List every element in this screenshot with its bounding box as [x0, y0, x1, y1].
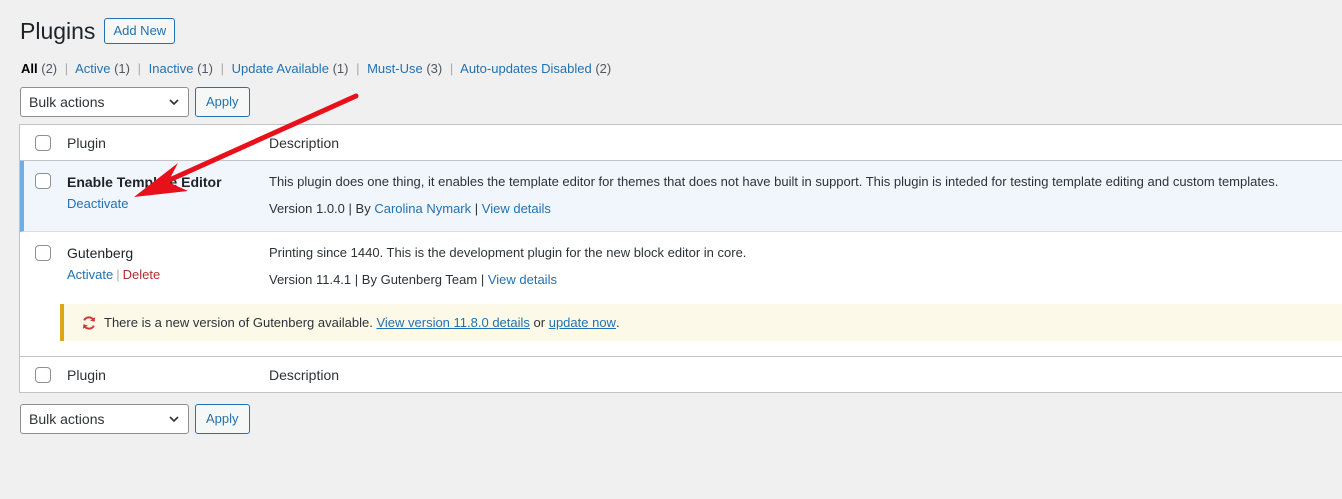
page-title: Plugins [20, 18, 96, 44]
plugin-row-gutenberg: Gutenberg Activate | Delete Printing since… [20, 232, 1342, 304]
update-now-link[interactable]: update now [549, 315, 616, 330]
plugin-meta: Version 11.4.1 | By Gutenberg Team | Vie… [269, 272, 557, 287]
bulk-actions-top: Bulk actions Apply [20, 87, 250, 117]
column-footer-plugin[interactable]: Plugin [67, 367, 106, 383]
meta-separator: | [348, 201, 352, 216]
view-details-link[interactable]: View details [482, 201, 551, 216]
plugin-name: Gutenberg [67, 245, 134, 261]
bulk-actions-select[interactable]: Bulk actions [20, 87, 189, 117]
filter-inactive[interactable]: Inactive [149, 61, 194, 76]
column-header-plugin[interactable]: Plugin [67, 135, 106, 151]
meta-separator: | [474, 201, 479, 216]
page-header: Plugins Add New [20, 16, 176, 46]
filter-separator: | [64, 61, 69, 76]
update-notice: There is a new version of Gutenberg avai… [60, 304, 1342, 341]
select-all-checkbox-footer[interactable] [35, 366, 51, 383]
add-new-button[interactable]: Add New [104, 18, 176, 44]
plugin-author-link[interactable]: Carolina Nymark [374, 201, 471, 216]
filter-separator: | [137, 61, 141, 76]
plugin-description: This plugin does one thing, it enables t… [269, 174, 1279, 189]
chevron-down-icon [169, 99, 179, 106]
table-header: Plugin Description [20, 125, 1342, 161]
update-notice-end: . [615, 315, 620, 330]
chevron-down-icon [169, 416, 179, 423]
meta-separator: | [354, 272, 359, 287]
bulk-actions-bottom: Bulk actions Apply [20, 404, 250, 434]
filter-autoupdates-disabled-count: (2) [595, 61, 612, 76]
filter-separator: | [449, 61, 454, 76]
filter-separator: | [356, 61, 360, 76]
filter-update-available[interactable]: Update Available [232, 61, 329, 76]
update-icon [82, 315, 96, 330]
filter-all[interactable]: All [21, 61, 38, 76]
plugin-checkbox[interactable] [35, 245, 51, 261]
view-version-details-link[interactable]: View version 11.8.0 details [376, 315, 529, 330]
bulk-actions-select-value: Bulk actions [29, 411, 105, 427]
status-filters: All (2) | Active (1) | Inactive (1) | Up… [21, 61, 611, 76]
plugin-description: Printing since 1440. This is the develop… [269, 245, 747, 260]
plugins-table: Plugin Description Enable Template Edito… [19, 124, 1342, 393]
filter-inactive-count: (1) [197, 61, 213, 76]
deactivate-link[interactable]: Deactivate [67, 196, 128, 211]
plugin-name: Enable Template Editor [67, 174, 222, 190]
action-separator: | [116, 267, 120, 282]
plugin-checkbox[interactable] [35, 173, 51, 189]
apply-button[interactable]: Apply [195, 87, 250, 117]
delete-link[interactable]: Delete [123, 267, 161, 282]
plugin-row-enable-template-editor: Enable Template Editor Deactivate This p… [20, 161, 1342, 232]
plugin-version: Version 1.0.0 [269, 201, 345, 216]
filter-update-available-count: (1) [332, 61, 349, 76]
table-footer: Plugin Description [20, 356, 1342, 392]
filter-active-count: (1) [114, 61, 130, 76]
filter-separator: | [220, 61, 224, 76]
apply-button-bottom[interactable]: Apply [195, 404, 250, 434]
filter-all-count: (2) [41, 61, 58, 76]
update-notice-text: There is a new version of Gutenberg avai… [104, 315, 373, 330]
update-notice-or: or [533, 315, 546, 330]
column-footer-description: Description [269, 366, 340, 383]
meta-separator: | [480, 272, 485, 287]
filter-must-use[interactable]: Must-Use [367, 61, 423, 76]
plugin-by: By [355, 201, 371, 216]
view-details-link[interactable]: View details [488, 272, 557, 287]
filter-autoupdates-disabled[interactable]: Auto-updates Disabled [460, 61, 592, 76]
bulk-actions-select-bottom[interactable]: Bulk actions [20, 404, 189, 434]
update-notice-row: There is a new version of Gutenberg avai… [20, 304, 1342, 356]
plugin-meta: Version 1.0.0 | By Carolina Nymark | Vie… [269, 201, 551, 216]
select-all-checkbox[interactable] [35, 134, 51, 151]
activate-link[interactable]: Activate [67, 267, 113, 282]
filter-active[interactable]: Active [75, 61, 110, 76]
filter-must-use-count: (3) [426, 61, 443, 76]
row-actions: Activate | Delete [67, 267, 160, 282]
plugin-version: Version 11.4.1 [269, 272, 352, 287]
row-actions: Deactivate [67, 196, 128, 211]
bulk-actions-select-value: Bulk actions [29, 94, 105, 110]
column-header-description: Description [269, 134, 340, 151]
plugin-by-author: By Gutenberg Team [361, 272, 478, 287]
